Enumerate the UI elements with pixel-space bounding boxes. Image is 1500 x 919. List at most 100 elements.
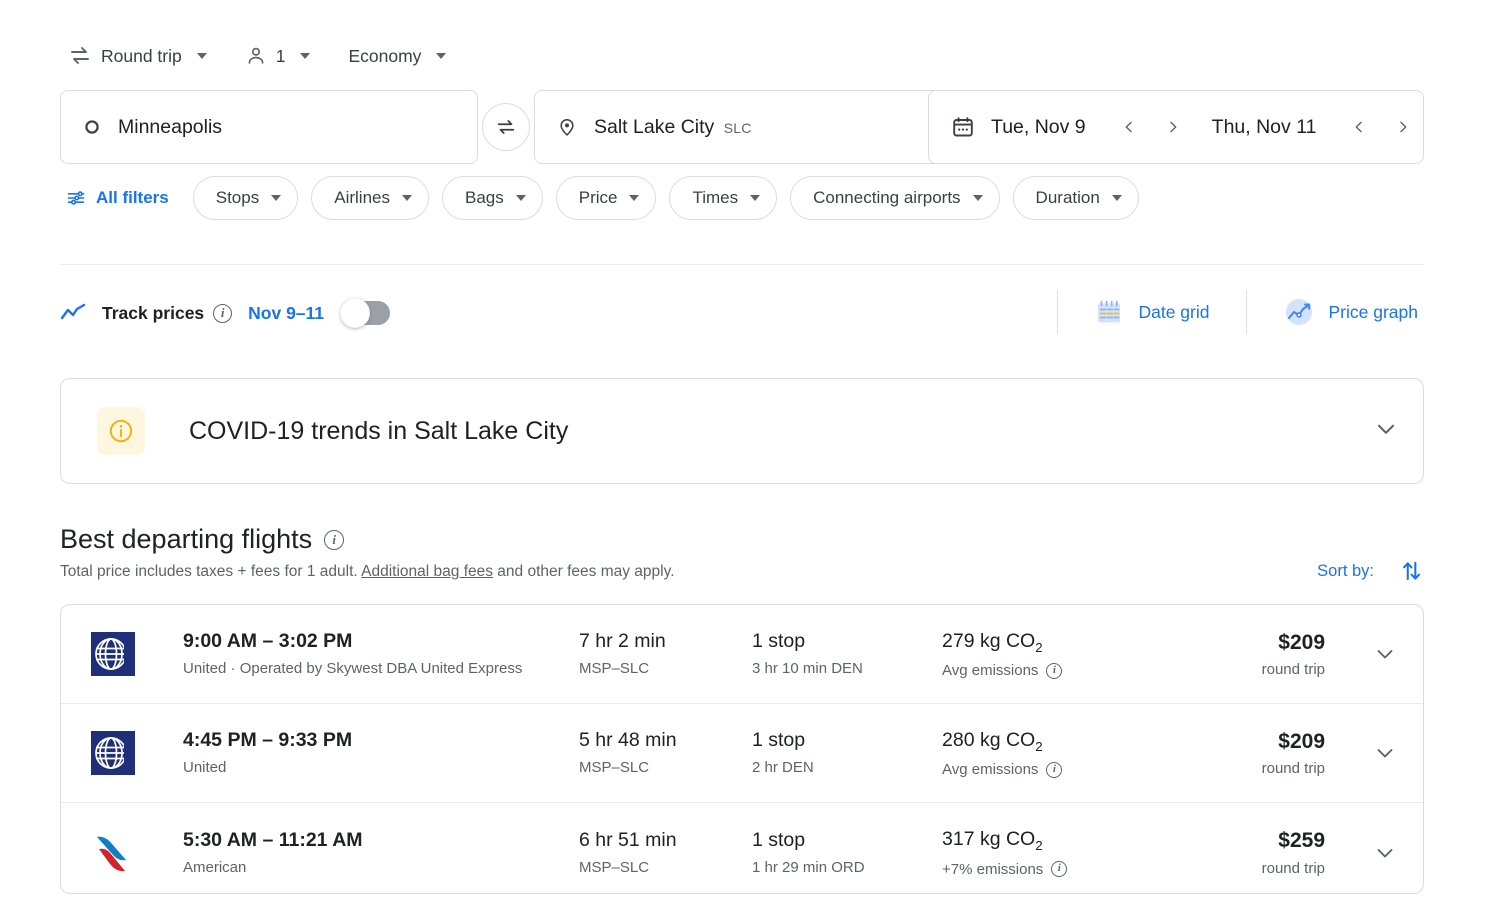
passengers-selector[interactable]: 1: [237, 39, 319, 73]
destination-input[interactable]: Salt Lake City SLC: [534, 90, 952, 164]
chevron-down-icon: [1112, 195, 1122, 201]
results-info-icon[interactable]: i: [324, 530, 344, 550]
emissions-info-icon[interactable]: i: [1046, 663, 1062, 679]
filter-chip-times[interactable]: Times: [669, 176, 777, 220]
flight-layover: 2 hr DEN: [752, 758, 942, 778]
filters-row: All filters Stops Airlines Bags Price Ti…: [60, 176, 1152, 220]
return-prev-button[interactable]: [1340, 108, 1378, 146]
circle-origin-icon: [83, 118, 101, 136]
filter-chip-airlines[interactable]: Airlines: [311, 176, 429, 220]
flight-price: $259: [1177, 828, 1325, 853]
flight-airline: United: [183, 758, 579, 778]
flight-main-cell: 9:00 AM – 3:02 PM United · Operated by S…: [183, 629, 579, 679]
flight-route: MSP–SLC: [579, 858, 752, 878]
return-date-value: Thu, Nov 11: [1212, 116, 1317, 139]
covid-banner-title: COVID-19 trends in Salt Lake City: [189, 417, 568, 446]
chevron-down-icon: [197, 53, 207, 59]
chevron-down-icon: [271, 195, 281, 201]
price-graph-icon: [1283, 296, 1315, 328]
filter-chip-duration[interactable]: Duration: [1013, 176, 1139, 220]
chevron-down-icon: [973, 195, 983, 201]
date-grid-button[interactable]: Date grid: [1084, 289, 1219, 335]
flight-stops-cell: 1 stop 1 hr 29 min ORD: [752, 828, 942, 878]
page-title: Best departing flights i: [60, 524, 344, 555]
flight-results-list: 9:00 AM – 3:02 PM United · Operated by S…: [60, 604, 1424, 894]
covid-trends-banner[interactable]: COVID-19 trends in Salt Lake City: [60, 378, 1424, 484]
swap-button[interactable]: [482, 103, 530, 151]
filter-chip-price[interactable]: Price: [556, 176, 657, 220]
co2-value: 279 kg CO: [942, 630, 1035, 652]
expand-flight-button[interactable]: [1343, 642, 1397, 666]
track-prices-date-range[interactable]: Nov 9–11: [248, 303, 324, 324]
flight-route: MSP–SLC: [579, 659, 752, 679]
depart-date-segment[interactable]: Tue, Nov 9: [991, 108, 1192, 146]
covid-icon-container: [97, 407, 145, 455]
chevron-down-icon: [1373, 841, 1397, 865]
flight-route: MSP–SLC: [579, 758, 752, 778]
airline-logo-cell: [91, 632, 183, 676]
flight-price-type: round trip: [1177, 860, 1325, 877]
flight-emissions-cell: 317 kg CO2 +7% emissions i: [942, 827, 1177, 877]
swap-wrap: [478, 103, 534, 151]
flight-stops: 1 stop: [752, 629, 942, 653]
filter-chip-bags[interactable]: Bags: [442, 176, 543, 220]
sort-arrows-icon[interactable]: [1398, 558, 1424, 584]
chevron-down-icon: [750, 195, 760, 201]
chevron-down-icon: [516, 195, 526, 201]
expand-flight-button[interactable]: [1343, 741, 1397, 765]
table-row[interactable]: 9:00 AM – 3:02 PM United · Operated by S…: [61, 605, 1423, 704]
table-row[interactable]: 5:30 AM – 11:21 AM American 6 hr 51 min …: [61, 803, 1423, 894]
flight-duration-cell: 6 hr 51 min MSP–SLC: [579, 828, 752, 878]
chevron-down-icon: [1373, 416, 1399, 442]
origin-input[interactable]: Minneapolis: [60, 90, 478, 164]
cabin-class-selector[interactable]: Economy: [340, 40, 454, 73]
toggle-knob: [340, 298, 370, 328]
flight-layover: 3 hr 10 min DEN: [752, 659, 942, 679]
table-row[interactable]: 4:45 PM – 9:33 PM United 5 hr 48 min MSP…: [61, 704, 1423, 803]
return-date-segment[interactable]: Thu, Nov 11: [1212, 108, 1423, 146]
trending-line-icon: [60, 302, 88, 324]
filter-chip-stops[interactable]: Stops: [193, 176, 298, 220]
expand-flight-button[interactable]: [1343, 841, 1397, 865]
all-filters-button[interactable]: All filters: [60, 180, 175, 216]
chip-label: Price: [579, 188, 618, 208]
covid-expand-button[interactable]: [1373, 416, 1399, 447]
flight-duration-cell: 7 hr 2 min MSP–SLC: [579, 629, 752, 679]
dates-field[interactable]: Tue, Nov 9 Thu, Nov 11: [928, 90, 1424, 164]
track-prices-info-icon[interactable]: i: [213, 304, 232, 323]
tune-filters-icon: [66, 188, 86, 208]
depart-next-button[interactable]: [1154, 108, 1192, 146]
chevron-down-icon: [1373, 642, 1397, 666]
flight-duration: 5 hr 48 min: [579, 728, 752, 752]
price-graph-button[interactable]: Price graph: [1273, 288, 1429, 336]
emissions-info-icon[interactable]: i: [1051, 861, 1067, 877]
flight-co2: 317 kg CO2: [942, 827, 1177, 854]
depart-prev-button[interactable]: [1110, 108, 1148, 146]
flight-duration: 6 hr 51 min: [579, 828, 752, 852]
co2-value: 317 kg CO: [942, 828, 1035, 850]
sort-by-control[interactable]: Sort by:: [1317, 558, 1424, 584]
location-pin-icon: [557, 117, 577, 137]
destination-code: SLC: [724, 120, 752, 136]
flight-emissions-note-row: Avg emissions i: [942, 761, 1177, 778]
chip-label: Connecting airports: [813, 188, 960, 208]
additional-bag-fees-link[interactable]: Additional bag fees: [361, 563, 493, 580]
flight-emissions-note: +7% emissions: [942, 861, 1043, 878]
emissions-info-icon[interactable]: i: [1046, 762, 1062, 778]
chip-label: Times: [692, 188, 738, 208]
swap-icon: [495, 116, 517, 138]
flight-times: 9:00 AM – 3:02 PM: [183, 629, 579, 653]
flight-emissions-note: Avg emissions: [942, 662, 1038, 679]
airline-logo-cell: [91, 731, 183, 775]
chevron-right-icon: [1165, 119, 1181, 135]
trip-type-selector[interactable]: Round trip: [60, 38, 215, 74]
filter-chip-connecting-airports[interactable]: Connecting airports: [790, 176, 999, 220]
flights-results-page: Round trip 1 Economy: [0, 0, 1500, 919]
track-prices-label: Track prices: [102, 303, 204, 324]
chevron-down-icon: [300, 53, 310, 59]
return-next-button[interactable]: [1384, 108, 1422, 146]
passenger-count-label: 1: [276, 46, 286, 67]
track-prices-toggle[interactable]: [342, 301, 390, 325]
destination-value: Salt Lake City: [594, 116, 714, 138]
round-trip-icon: [68, 44, 92, 68]
